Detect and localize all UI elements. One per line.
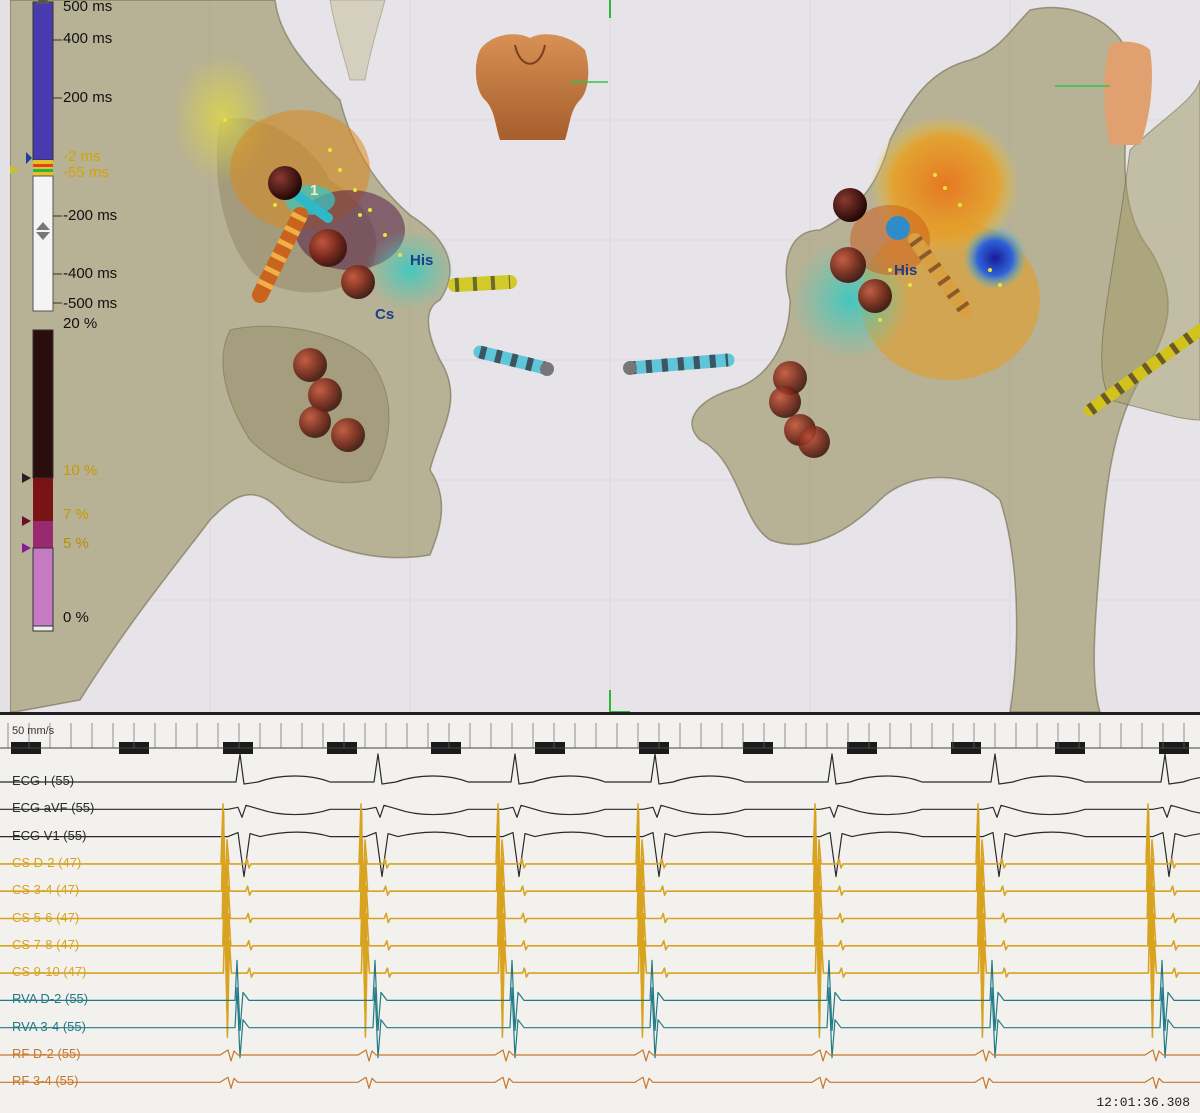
timestamp-readout: 12:01:36.308 <box>1096 1095 1190 1110</box>
3d-map-viewport[interactable]: His Cs 1 His <box>10 0 1200 712</box>
left-catheter-yellow <box>448 275 517 292</box>
color-legend: 500 ms 400 ms 200 ms -2 ms -55 ms -200 m… <box>0 0 120 640</box>
latency-marker-low[interactable] <box>10 166 20 174</box>
time-gridlines <box>7 723 1185 748</box>
percent-label-5: 5 % <box>63 535 89 552</box>
sweep-speed-label: 50 mm/s <box>12 725 55 737</box>
channel-label: RF D-2 (55) <box>12 1046 81 1061</box>
channel-label: CS D-2 (47) <box>12 854 82 870</box>
time-ruler <box>0 742 1200 754</box>
channel-trace <box>0 987 1200 1059</box>
percent-marker-10[interactable] <box>22 473 31 483</box>
latency-label-neg200: -200 ms <box>63 207 118 224</box>
channel-label: RVA 3-4 (55) <box>12 1018 86 1034</box>
latency-label-window-high: -2 ms <box>63 148 101 165</box>
left-point-one-label: 1 <box>310 182 319 199</box>
percent-marker-7[interactable] <box>22 516 31 526</box>
left-his-label: His <box>410 252 434 269</box>
latency-bar-window <box>33 160 53 176</box>
percent-label-min: 0 % <box>63 609 89 626</box>
anatomy-render <box>10 0 1200 712</box>
channel-trace <box>0 1049 1200 1062</box>
channel-label: ECG I (55) <box>12 773 75 788</box>
latency-bar-blue <box>32 1 54 161</box>
channel-trace <box>0 837 1200 984</box>
channel-trace <box>0 831 1200 878</box>
channel-label: CS 5-6 (47) <box>12 909 80 925</box>
percent-label-max: 20 % <box>63 315 98 332</box>
channel-trace <box>0 892 1200 1038</box>
latency-upper-handle[interactable] <box>35 0 51 4</box>
channel-trace <box>0 753 1200 785</box>
channel-trace <box>0 804 1200 818</box>
percent-label-10: 10 % <box>63 462 98 479</box>
latency-label-window-low: -55 ms <box>63 164 109 181</box>
latency-label-min: -500 ms <box>63 295 118 312</box>
electrogram-traces <box>0 723 1200 1089</box>
percent-bar-dark <box>32 329 54 479</box>
channel-label: ECG aVF (55) <box>12 800 95 816</box>
left-cs-label: Cs <box>375 306 395 323</box>
percent-label-7: 7 % <box>63 506 89 523</box>
latency-bar-empty <box>32 175 54 312</box>
right-his-label: His <box>894 262 918 279</box>
right-catheter-cyan <box>623 353 735 375</box>
channel-trace <box>0 803 1200 913</box>
channel-trace <box>0 1076 1200 1089</box>
left-catheter-cyan <box>473 345 554 376</box>
channel-label: RVA D-2 (55) <box>12 991 89 1007</box>
percent-marker-5[interactable] <box>22 543 31 553</box>
latency-label-max: 500 ms <box>63 0 113 15</box>
trace-group <box>0 753 1200 1089</box>
channel-label: RF 3-4 (55) <box>12 1073 79 1089</box>
percent-bar-purple <box>32 547 54 629</box>
latency-label-200: 200 ms <box>63 89 113 106</box>
channel-trace <box>0 810 1200 956</box>
channel-label: CS 3-4 (47) <box>12 882 80 898</box>
channel-label: CS 7-8 (47) <box>12 936 80 952</box>
torso-orientation-icon <box>475 34 608 140</box>
channel-trace <box>0 959 1200 1031</box>
mapping-system-screen: His Cs 1 His 500 ms 400 ms 200 ms -2 ms … <box>0 0 1200 1113</box>
latency-label-400: 400 ms <box>63 30 113 47</box>
channel-label: CS 9-10 (47) <box>12 964 87 980</box>
electrogram-panel[interactable]: 50 mm/s ECG I (55) ECG aVF (55) ECG V1 (55… <box>0 712 1200 1113</box>
channel-label: ECG V1 (55) <box>12 827 87 843</box>
latency-label-neg400: -400 ms <box>63 265 118 282</box>
channel-trace <box>0 865 1200 1011</box>
latency-marker-high[interactable] <box>26 152 32 164</box>
